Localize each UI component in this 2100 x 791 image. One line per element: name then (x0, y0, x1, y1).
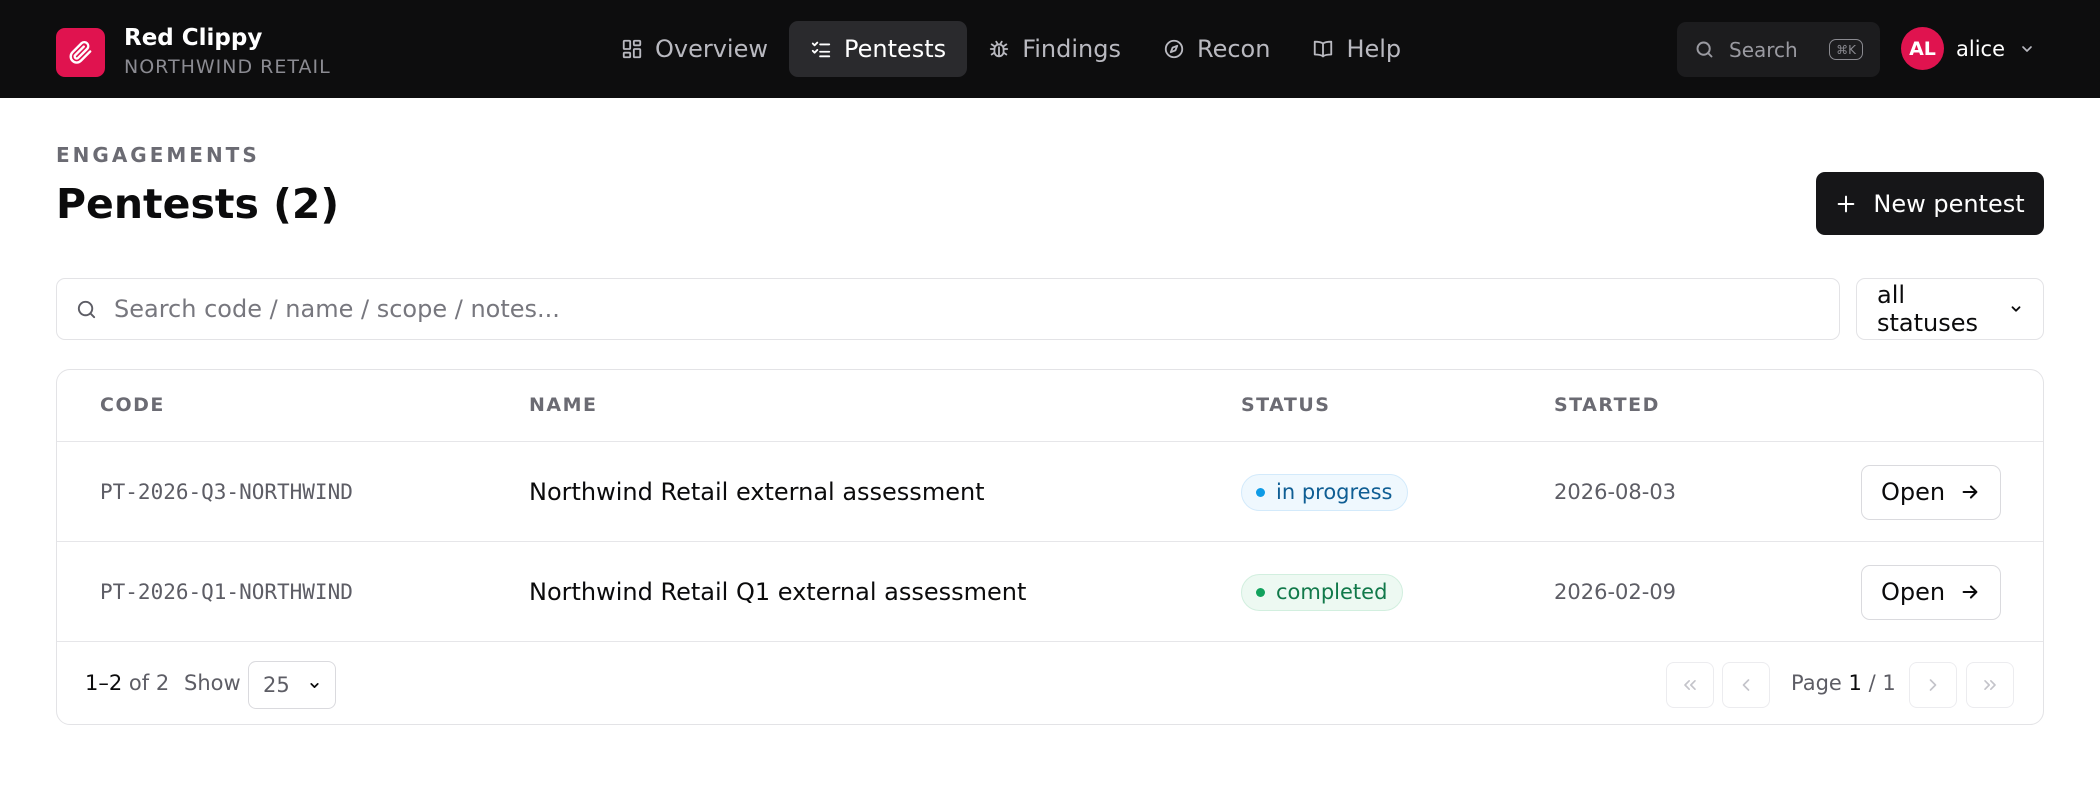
search-icon (1696, 41, 1713, 58)
pentest-name: Northwind Retail external assessment (529, 478, 985, 506)
nav-label: Pentests (844, 35, 947, 63)
compass-icon (1164, 39, 1184, 59)
previous-page-button[interactable] (1722, 662, 1770, 708)
status-badge: in progress (1241, 473, 1409, 511)
pentest-search-input[interactable] (114, 295, 1821, 323)
nav-item-recon[interactable]: Recon (1142, 21, 1291, 77)
table-header: CODE NAME STATUS STARTED (57, 370, 2043, 442)
column-header-started: STARTED (1554, 394, 1660, 416)
status-label: in progress (1276, 480, 1393, 504)
table-row: PT-2026-Q3-NORTHWIND Northwind Retail ex… (57, 442, 2043, 542)
nav-label: Overview (655, 35, 768, 63)
column-header-name: NAME (529, 394, 598, 416)
chevrons-right-icon (1984, 680, 1996, 690)
page-label: Page (1791, 671, 1842, 695)
total-pages: / 1 (1868, 671, 1896, 695)
pentest-search-box (56, 278, 1840, 340)
user-name: alice (1956, 36, 2006, 61)
keyboard-shortcut-badge: ⌘K (1829, 39, 1863, 60)
current-page: 1 (1848, 671, 1862, 695)
nav-item-pentests[interactable]: Pentests (789, 21, 968, 77)
status-filter-value: all statuses (1877, 281, 1979, 337)
top-navigation-bar: Red Clippy NORTHWIND RETAIL Overview Pen… (0, 0, 2100, 98)
range-total: of 2 (128, 671, 170, 695)
pentests-table: CODE NAME STATUS STARTED PT-2026-Q3-NORT… (56, 369, 2044, 725)
column-header-status: STATUS (1241, 394, 1331, 416)
checklist-icon (811, 41, 831, 58)
nav-item-help[interactable]: Help (1291, 21, 1422, 77)
nav-item-findings[interactable]: Findings (967, 21, 1142, 77)
open-pentest-button[interactable]: Open (1861, 564, 2001, 620)
section-eyebrow: ENGAGEMENTS (56, 143, 260, 167)
status-label: completed (1276, 580, 1388, 604)
arrow-right-icon (1962, 485, 1978, 499)
avatar: AL (1901, 27, 1944, 70)
page-title: Pentests (2) (56, 180, 340, 228)
result-range: 1–2 of 2 (85, 671, 169, 695)
page-indicator: Page 1 / 1 (1791, 671, 1896, 695)
main-nav: Overview Pentests Findings Recon Help (600, 21, 1422, 77)
next-page-button[interactable] (1909, 662, 1957, 708)
status-badge: completed (1241, 573, 1404, 611)
page-size-select[interactable]: 25 (248, 661, 336, 709)
first-page-button[interactable] (1666, 662, 1714, 708)
grid-icon (622, 39, 642, 59)
nav-item-overview[interactable]: Overview (600, 21, 789, 77)
pentest-code: PT-2026-Q3-NORTHWIND (100, 480, 353, 504)
range-value: 1–2 (85, 671, 123, 695)
pentest-start-date: 2026-08-03 (1554, 480, 1677, 504)
page-size-value: 25 (263, 673, 290, 697)
chevrons-left-icon (1684, 680, 1696, 690)
global-search-label: Search (1729, 37, 1798, 62)
chevron-right-icon (1929, 679, 1937, 691)
open-label: Open (1880, 478, 1946, 506)
search-icon (77, 300, 96, 318)
pentest-name: Northwind Retail Q1 external assessment (529, 578, 1027, 606)
nav-label: Help (1346, 35, 1402, 63)
user-menu[interactable]: AL alice (1901, 27, 2035, 70)
open-label: Open (1880, 578, 1946, 606)
plus-icon (1838, 195, 1855, 212)
chevron-down-icon (2022, 45, 2032, 52)
global-search-button[interactable]: Search ⌘K (1677, 22, 1880, 77)
bug-icon (990, 40, 1009, 58)
status-dot (1256, 487, 1265, 497)
new-pentest-label: New pentest (1873, 189, 2025, 218)
chevron-down-icon (310, 682, 319, 688)
chevron-down-icon (2011, 306, 2021, 312)
arrow-right-icon (1962, 585, 1978, 599)
column-header-code: CODE (100, 394, 165, 416)
status-dot (1256, 587, 1265, 597)
organization-name: NORTHWIND RETAIL (124, 56, 331, 78)
pentest-start-date: 2026-02-09 (1554, 580, 1677, 604)
nav-label: Findings (1022, 35, 1121, 63)
pentest-code: PT-2026-Q1-NORTHWIND (100, 580, 353, 604)
nav-label: Recon (1196, 35, 1271, 63)
page-size-label: Show (184, 671, 241, 695)
paperclip-icon (56, 27, 105, 77)
book-icon (1314, 40, 1333, 58)
brand-name: Red Clippy (124, 25, 263, 51)
status-filter-select[interactable]: all statuses (1856, 278, 2044, 340)
last-page-button[interactable] (1966, 662, 2014, 708)
open-pentest-button[interactable]: Open (1861, 464, 2001, 520)
new-pentest-button[interactable]: New pentest (1816, 172, 2044, 235)
brand[interactable]: Red Clippy NORTHWIND RETAIL (56, 24, 331, 80)
chevron-left-icon (1742, 679, 1750, 691)
table-footer: 1–2 of 2 Show 25 Page 1 / 1 (57, 642, 2043, 724)
table-row: PT-2026-Q1-NORTHWIND Northwind Retail Q1… (57, 542, 2043, 642)
